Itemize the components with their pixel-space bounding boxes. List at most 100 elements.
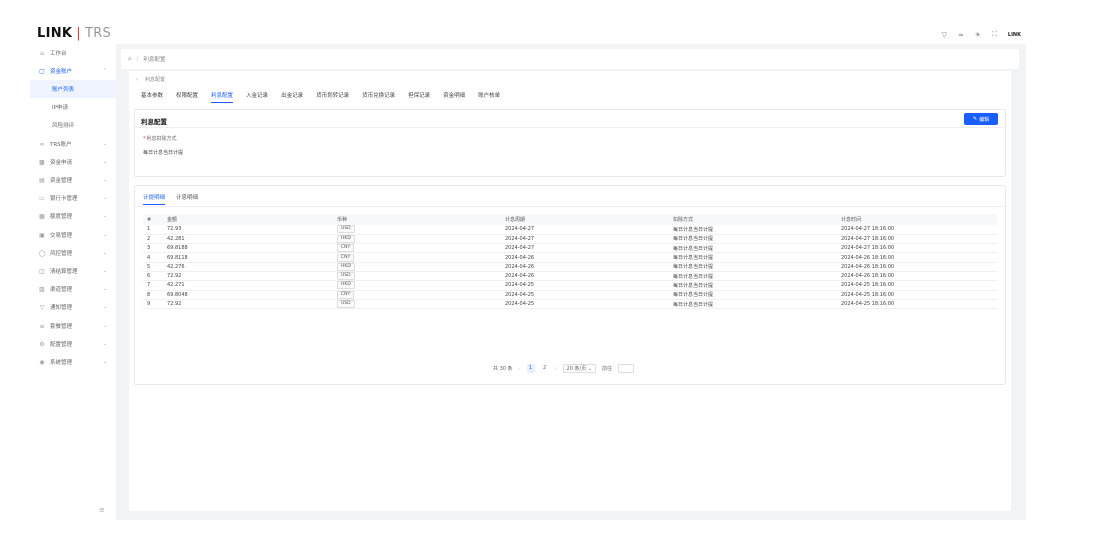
table-row: 7 42.271 HKD 2024-04-25 每日计息当日计提 2024-04-25 1… bbox=[143, 280, 997, 291]
sidebar-item-config[interactable]: ⚙ 配置管理 ⌄ bbox=[30, 335, 116, 353]
page-2-button[interactable]: 2 bbox=[541, 364, 549, 373]
goto-label: 前往 bbox=[601, 366, 612, 372]
tab-guarantee-records[interactable]: 担保记录 bbox=[408, 91, 430, 103]
cell-method: 每日计息当日计提 bbox=[669, 225, 837, 235]
user-avatar[interactable]: LINK bbox=[1008, 32, 1021, 38]
sidebar-item-quota[interactable]: ▦ 额度管理 ⌄ bbox=[30, 207, 116, 225]
tab-fund-details[interactable]: 资金明细 bbox=[443, 91, 465, 103]
sidebar-item-notify[interactable]: ▽ 通知管理 ⌄ bbox=[30, 298, 116, 316]
sidebar-item-label: 资金申请 bbox=[50, 160, 73, 166]
table-row: 2 42.281 HKD 2024-04-27 每日计息当日计提 2024-04-27 1… bbox=[143, 234, 997, 245]
chevron-left-icon[interactable]: ‹ bbox=[519, 366, 521, 372]
cell-currency: HKD bbox=[333, 234, 501, 245]
theme-icon[interactable]: ☀ bbox=[975, 31, 981, 39]
cell-time: 2024-04-25 18:16:00 bbox=[837, 299, 997, 310]
sidebar-item-label: 风控管理 bbox=[50, 251, 73, 257]
sidebar-item-system[interactable]: ◉ 系统管理 ⌄ bbox=[30, 353, 116, 371]
accrual-table: # 金额 币种 计息周期 扣除方式 计息时间 1 72.93 USD 2024-04-… bbox=[143, 214, 997, 310]
sidebar-item-risk-control[interactable]: ◯ 风控管理 ⌄ bbox=[30, 244, 116, 262]
cell-method: 每日计息当日计提 bbox=[669, 290, 837, 300]
fund-icon: ▤ bbox=[39, 176, 45, 184]
col-time: 计息时间 bbox=[837, 214, 997, 225]
sidebar-item-fund-account[interactable]: ▢ 资金账户 ⌃ bbox=[30, 62, 116, 80]
link-icon: ∞ bbox=[39, 140, 45, 148]
translate-icon[interactable]: ≈ bbox=[958, 31, 964, 39]
table-row: 1 72.93 USD 2024-04-27 每日计息当日计提 2024-04-27 18… bbox=[143, 225, 997, 235]
currency-tag: CNY bbox=[337, 290, 355, 299]
tab-interest-config[interactable]: 利息配置 bbox=[211, 91, 234, 103]
tab-basic-params[interactable]: 基本参数 bbox=[141, 91, 163, 103]
sidebar-item-package[interactable]: ≡ 套餐管理 ⌄ bbox=[30, 317, 116, 335]
sidebar-item-label: 工作台 bbox=[50, 51, 67, 57]
edit-icon: ✎ bbox=[972, 116, 978, 122]
tab-exchange-records[interactable]: 货币兑换记录 bbox=[362, 91, 395, 103]
cell-amount: 72.93 bbox=[163, 225, 333, 235]
sidebar-item-bank-card[interactable]: ▭ 银行卡管理 ⌄ bbox=[30, 189, 116, 207]
page-1-button[interactable]: 1 bbox=[526, 364, 535, 373]
cell-amount: 72.92 bbox=[163, 271, 333, 282]
edit-button[interactable]: ✎ 编辑 bbox=[964, 113, 998, 125]
sidebar-item-fund-manage[interactable]: ▤ 资金管理 ⌄ bbox=[30, 171, 116, 189]
sidebar-item-trs-account[interactable]: ∞ TRS账户 ⌄ bbox=[30, 135, 116, 153]
sidebar-item-workbench[interactable]: ⌂ 工作台 bbox=[30, 44, 116, 62]
sidebar-item-settlement[interactable]: ◫ 清结算管理 ⌄ bbox=[30, 262, 116, 280]
subtab-divider bbox=[135, 206, 1005, 207]
top-bar: LINK | TRS ▽ ≈ ☀ ⛶ LINK bbox=[0, 0, 1106, 44]
tab-deposit-records[interactable]: 入金记录 bbox=[246, 91, 268, 103]
chevron-up-icon: ⌃ bbox=[102, 68, 107, 74]
sidebar-item-risk-assessment[interactable]: 风险测评 bbox=[30, 116, 116, 134]
chevron-down-icon: ⌄ bbox=[102, 195, 107, 201]
col-amount: 金额 bbox=[163, 214, 333, 225]
top-icons: ▽ ≈ ☀ ⛶ LINK bbox=[941, 30, 1021, 39]
cell-currency: USD bbox=[333, 299, 501, 310]
wallet-icon: ▢ bbox=[39, 67, 45, 75]
tab-withdraw-records[interactable]: 出金记录 bbox=[281, 91, 303, 103]
col-method: 扣除方式 bbox=[669, 214, 837, 225]
sidebar-item-label: 配置管理 bbox=[50, 342, 73, 348]
goto-page-input[interactable] bbox=[618, 364, 634, 373]
sidebar-item-fund-apply[interactable]: ▩ 资金申请 ⌄ bbox=[30, 153, 116, 171]
tab-account-reconcile[interactable]: 账户核单 bbox=[478, 91, 500, 103]
sidebar-item-label: 清结算管理 bbox=[50, 269, 78, 275]
cell-amount: 69.8118 bbox=[163, 252, 333, 263]
page-size-select[interactable]: 20 条/页 ⌄ bbox=[562, 364, 596, 373]
tab-permission-config[interactable]: 权限配置 bbox=[176, 91, 198, 103]
cell-index: 2 bbox=[143, 234, 163, 245]
currency-tag: USD bbox=[337, 300, 355, 309]
sidebar-item-ip-apply[interactable]: IP申请 bbox=[30, 98, 116, 116]
collapse-sidebar-icon[interactable]: ≡ bbox=[99, 506, 105, 514]
cell-period: 2024-04-25 bbox=[501, 280, 669, 291]
settle-icon: ◫ bbox=[39, 267, 45, 275]
sidebar-item-channel[interactable]: ▧ 渠道管理 ⌄ bbox=[30, 280, 116, 298]
cell-period: 2024-04-26 bbox=[501, 271, 669, 282]
cell-index: 8 bbox=[143, 290, 163, 300]
home-icon: ⌂ bbox=[40, 49, 44, 57]
fullscreen-icon[interactable]: ⛶ bbox=[992, 30, 997, 39]
cell-period: 2024-04-26 bbox=[501, 262, 669, 273]
cell-method: 每日计息当日计提 bbox=[669, 280, 837, 291]
home-icon[interactable]: ⌂ bbox=[128, 56, 132, 62]
deduction-method-label: *利息扣除方式 bbox=[143, 135, 177, 142]
chevron-down-icon: ⌄ bbox=[587, 366, 592, 372]
logo-brand: LINK bbox=[37, 26, 73, 41]
cell-currency: HKD bbox=[333, 262, 501, 273]
chevron-down-icon: ⌄ bbox=[102, 323, 107, 329]
tab-transfer-records[interactable]: 货币划转记录 bbox=[316, 91, 349, 103]
col-currency: 币种 bbox=[333, 214, 501, 225]
sidebar-item-trade[interactable]: ▣ 交易管理 ⌄ bbox=[30, 226, 116, 244]
main-content: ⌂ / 利息配置 ‹ 利息配置 基本参数 权限配置 利息配置 入金记录 出金记录… bbox=[116, 44, 1026, 520]
currency-tag: HKD bbox=[337, 234, 355, 243]
table-row: 5 42.276 HKD 2024-04-26 每日计息当日计提 2024-04-26 1… bbox=[143, 262, 997, 273]
interest-config-card: 利息配置 ✎ 编辑 *利息扣除方式 每日计息当日计提 bbox=[134, 109, 1006, 177]
chevron-right-icon[interactable]: › bbox=[555, 366, 557, 372]
card-header: 利息配置 ✎ 编辑 bbox=[135, 110, 1005, 128]
cell-amount: 42.276 bbox=[163, 262, 333, 273]
trade-icon: ▣ bbox=[39, 231, 45, 239]
sidebar-item-account-list[interactable]: 账户列表 bbox=[30, 80, 116, 98]
subtab-accrual-detail[interactable]: 计提明细 bbox=[143, 193, 166, 205]
subtab-interest-detail[interactable]: 计息明细 bbox=[176, 193, 198, 205]
bell-icon: ▽ bbox=[39, 303, 45, 311]
chevron-left-icon[interactable]: ‹ bbox=[136, 77, 138, 83]
bell-icon[interactable]: ▽ bbox=[941, 31, 946, 39]
quota-icon: ▦ bbox=[39, 212, 45, 220]
